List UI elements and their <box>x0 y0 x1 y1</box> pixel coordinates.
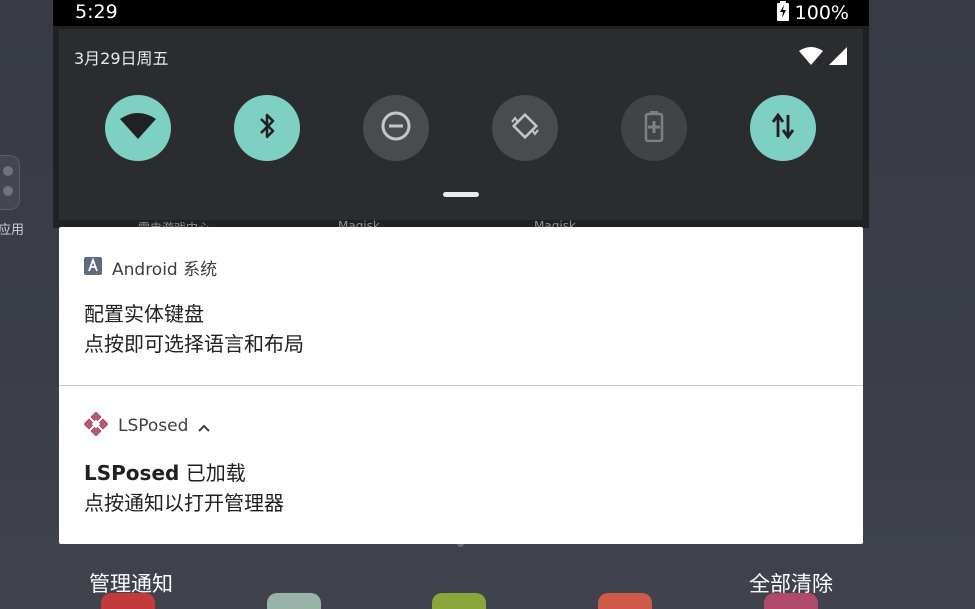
notification-app-name: Android 系统 <box>112 260 218 280</box>
launcher-folder[interactable] <box>0 155 20 210</box>
launcher-app-icon[interactable] <box>267 593 321 609</box>
wifi-icon <box>120 113 156 143</box>
notification-app-name: LSPosed <box>118 416 189 436</box>
battery-charging-icon <box>776 1 789 25</box>
notification-stack: Android 系统 配置实体键盘 点按即可选择语言和布局 LSPosed LS… <box>59 227 863 544</box>
clear-all-button[interactable]: 全部清除 <box>749 568 833 598</box>
bluetooth-icon <box>257 111 277 145</box>
launcher-side-label: 应用 <box>0 223 25 238</box>
notification-shade: 5:29 100% 3月29日周五 <box>53 0 869 228</box>
battery-percent: 100% <box>794 2 849 24</box>
notification-text: 点按即可选择语言和布局 <box>84 332 304 356</box>
notification-title-bold: LSPosed <box>84 461 180 485</box>
rotate-icon <box>509 110 541 146</box>
notification-text: 点按通知以打开管理器 <box>84 491 284 515</box>
quick-settings-panel: 3月29日周五 <box>59 29 863 220</box>
tile-auto-rotate[interactable] <box>492 95 558 161</box>
notification-lsposed[interactable]: LSPosed LSPosed 已加载 点按通知以打开管理器 <box>59 386 863 544</box>
chevron-up-icon[interactable] <box>198 417 211 436</box>
manage-notifications-button[interactable]: 管理通知 <box>89 568 173 598</box>
status-bar: 5:29 100% <box>53 0 869 26</box>
status-time: 5:29 <box>75 1 118 23</box>
android-system-icon <box>84 256 102 279</box>
do-not-disturb-icon <box>380 110 412 146</box>
launcher-app-icon[interactable] <box>432 593 486 609</box>
tile-do-not-disturb[interactable] <box>363 95 429 161</box>
tile-wifi[interactable] <box>105 95 171 161</box>
notification-title: LSPosed 已加载 <box>84 457 246 486</box>
cell-signal-icon <box>829 47 847 69</box>
lsposed-icon <box>83 411 109 440</box>
wifi-signal-icon <box>799 47 823 69</box>
drag-handle[interactable] <box>443 192 479 197</box>
notification-title: 配置实体键盘 <box>84 302 204 326</box>
battery-saver-icon <box>644 110 664 146</box>
tile-bluetooth[interactable] <box>234 95 300 161</box>
notification-title-rest: 已加载 <box>179 461 246 485</box>
tile-mobile-data[interactable] <box>750 95 816 161</box>
qs-date[interactable]: 3月29日周五 <box>74 45 169 69</box>
launcher-app-icon[interactable] <box>598 593 652 609</box>
data-transfer-icon <box>770 111 796 145</box>
tile-battery-saver[interactable] <box>621 95 687 161</box>
notification-android-system[interactable]: Android 系统 配置实体键盘 点按即可选择语言和布局 <box>59 227 863 385</box>
